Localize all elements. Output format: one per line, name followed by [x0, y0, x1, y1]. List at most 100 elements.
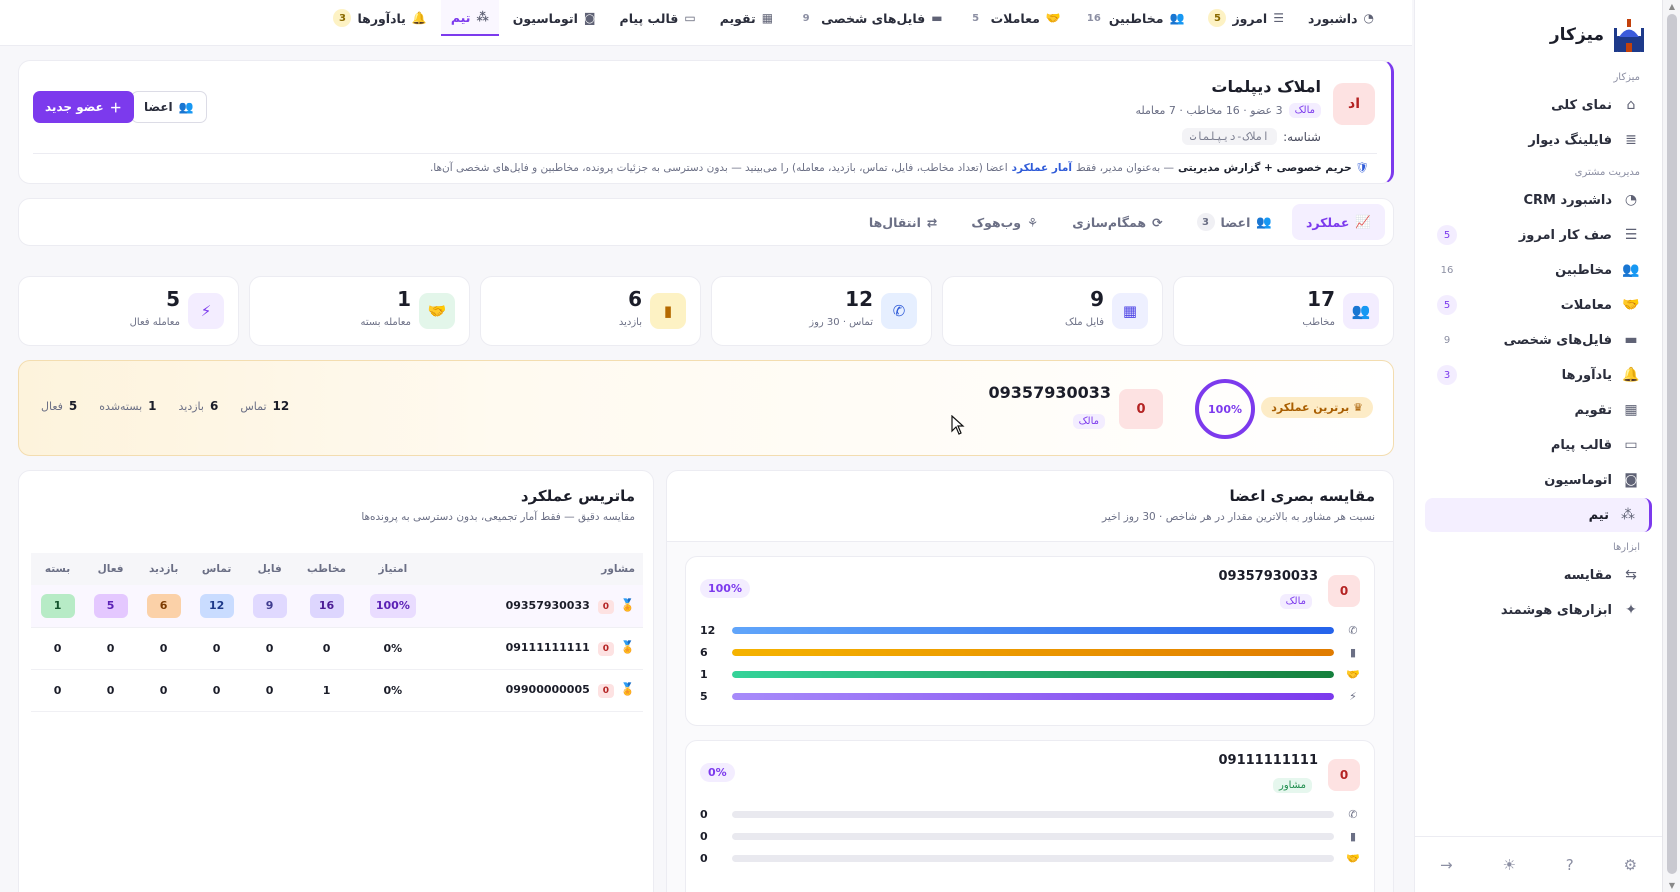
- brand[interactable]: میزکار: [1415, 0, 1662, 62]
- metric-bar-row: ✆ 12: [700, 623, 1360, 637]
- scrollbar-thumb[interactable]: [1667, 14, 1677, 874]
- table-cell: 0: [84, 669, 138, 712]
- sidebar-item[interactable]: ⌂ نمای کلی: [1425, 88, 1652, 122]
- metric-bar-track: [732, 810, 1334, 818]
- advisor-cell: 🏅 0 09111111111: [428, 627, 643, 670]
- top-nav-item[interactable]: ▭ قالب پیام: [610, 0, 706, 36]
- column-header[interactable]: بسته: [31, 553, 85, 585]
- top-nav-item[interactable]: 👥 مخاطبین 16: [1075, 0, 1195, 36]
- door-icon: ▮: [650, 293, 686, 329]
- sidebar-item-label: تیم: [1588, 507, 1609, 523]
- column-header[interactable]: فایل: [243, 553, 297, 585]
- compare-icon: ⇆: [1625, 567, 1637, 583]
- top-nav-item[interactable]: ⁂ تیم: [440, 0, 499, 36]
- collapse-arrow-icon[interactable]: →: [1440, 856, 1453, 874]
- top-nav-item[interactable]: ▬ فایل‌های شخصی 9: [787, 0, 953, 36]
- table-row[interactable]: 🏅 0 09900000005 0% 1 0 0 0 0 0: [31, 669, 643, 712]
- folder-icon: ▬: [1624, 332, 1638, 348]
- performance-matrix-card: ماتریس عملکرد مقایسه دقیق — فقط آمار تجم…: [18, 470, 654, 892]
- top-nav-item[interactable]: ☰ امروز 5: [1198, 0, 1294, 36]
- stat-value: 9: [1090, 287, 1104, 311]
- team-tab[interactable]: ⟳ همگام‌سازی: [1058, 204, 1176, 240]
- cell-value: 0: [106, 683, 115, 697]
- scroll-up-icon[interactable]: ▲: [1667, 2, 1677, 11]
- table-row[interactable]: 🏅 0 09111111111 0% 0 0 0 0 0 0: [31, 627, 643, 670]
- count-badge: 16: [1086, 12, 1101, 24]
- theme-sun-icon[interactable]: ☀: [1502, 856, 1515, 874]
- sidebar-item[interactable]: ☰ صف کار امروز 5: [1425, 218, 1652, 252]
- top-nav-item[interactable]: ◙ اتوماسیون: [503, 0, 606, 36]
- top-nav-item[interactable]: 🤝 معاملات 5: [957, 0, 1071, 36]
- role-badge: مالک: [1279, 594, 1312, 609]
- sidebar-footer: ⚙ ? ☀ →: [1415, 836, 1662, 892]
- home-icon: ⌂: [1626, 97, 1636, 113]
- shield-icon: 🛡: [1355, 162, 1369, 174]
- sidebar-item[interactable]: 🔔 یادآورها 3: [1425, 358, 1652, 392]
- table-cell: 0: [31, 669, 85, 712]
- table-cell: 6: [137, 585, 191, 628]
- metric-bar-row: ✆ 0: [700, 807, 1360, 821]
- sidebar-item[interactable]: ⇆ مقایسه: [1425, 558, 1652, 592]
- sidebar-item[interactable]: ⁂ تیم: [1425, 498, 1652, 532]
- handshake-icon: 🤝: [1346, 667, 1360, 681]
- add-member-button[interactable]: ＋ عضو جدید: [33, 91, 134, 123]
- sidebar-item[interactable]: ▭ قالب پیام: [1425, 428, 1652, 462]
- metric-value: 0: [700, 851, 708, 865]
- table-row[interactable]: 🏅 0 09357930033 100% 16 9 12 6 5 1: [31, 585, 643, 628]
- sidebar-item[interactable]: ▦ تقویم: [1425, 393, 1652, 427]
- top-nav-label: داشبورد: [1307, 10, 1358, 26]
- top-nav-item[interactable]: ◔ داشبورد: [1298, 0, 1384, 36]
- cell-value: 6: [146, 593, 181, 618]
- mosque-logo-icon: [1614, 19, 1644, 52]
- top-nav-item[interactable]: ▦ تقویم: [710, 0, 783, 36]
- cell-value: 0%: [383, 641, 403, 655]
- cell-value: 0: [53, 683, 62, 697]
- table-cell: 100%: [357, 585, 429, 628]
- team-icon: ⁂: [476, 10, 489, 24]
- column-header[interactable]: مخاطب: [296, 553, 357, 585]
- stat-label: بازدید: [178, 399, 204, 413]
- column-header[interactable]: امتیاز: [357, 553, 429, 585]
- column-header[interactable]: مشاور: [428, 553, 643, 585]
- top-performer-stat: 5 فعال: [41, 399, 77, 413]
- privacy-note: 🛡 حریم خصوصی + گزارش مدیریتی — به‌عنوان …: [430, 161, 1369, 175]
- sidebar-item[interactable]: ✦ ابزارهای هوشمند: [1425, 593, 1652, 627]
- table-cell: 0: [137, 627, 191, 670]
- users-icon: 👥: [178, 100, 194, 114]
- team-tabs-card: 📈 عملکرد 👥 اعضا 3 ⟳ همگام‌سازی ⚘ وب‌هوک ⇄ انتقال‌ه…: [18, 198, 1394, 246]
- column-header[interactable]: بازدید: [137, 553, 191, 585]
- cell-value: 0: [159, 641, 168, 655]
- sidebar-item[interactable]: 👥 مخاطبین 16: [1425, 253, 1652, 287]
- metric-bar-row: ▮ 0: [700, 829, 1360, 843]
- count-badge: 9: [802, 12, 810, 24]
- members-button[interactable]: 👥 اعضا: [131, 91, 207, 123]
- settings-gear-icon[interactable]: ⚙: [1624, 856, 1637, 874]
- team-tab[interactable]: 👥 اعضا 3: [1183, 204, 1286, 240]
- sidebar-item[interactable]: 🤝 معاملات 5: [1425, 288, 1652, 322]
- table-cell: 0: [190, 669, 244, 712]
- column-header[interactable]: فعال: [84, 553, 138, 585]
- cell-value: 16: [309, 593, 344, 618]
- sidebar-item[interactable]: ≣ فایلینگ دیوار: [1425, 123, 1652, 157]
- help-icon[interactable]: ?: [1566, 856, 1574, 874]
- stat-value: 12: [845, 287, 873, 311]
- advisor-name: 09900000005: [505, 683, 590, 696]
- sidebar-item-label: فایل‌های شخصی: [1503, 332, 1612, 348]
- team-id-code[interactable]: املاک-دیپلمات: [1181, 128, 1278, 145]
- team-tab[interactable]: ⇄ انتقال‌ها: [855, 204, 951, 240]
- scroll-down-icon[interactable]: ▼: [1667, 881, 1677, 890]
- metric-bar-fill: [732, 692, 1334, 700]
- sidebar-item[interactable]: ◔ داشبورد CRM: [1425, 183, 1652, 217]
- stat-label: فعال: [41, 399, 63, 413]
- column-header[interactable]: تماس: [190, 553, 244, 585]
- folder-icon: ▬: [931, 11, 943, 25]
- team-tab[interactable]: ⚘ وب‌هوک: [957, 204, 1052, 240]
- count-badge: 3: [1437, 365, 1457, 385]
- table-cell: 5: [84, 585, 138, 628]
- page-scrollbar[interactable]: ▲ ▼: [1662, 0, 1680, 892]
- add-member-label: عضو جدید: [45, 100, 104, 114]
- top-nav-item[interactable]: 🔔 یادآورها 3: [323, 0, 436, 36]
- team-tab[interactable]: 📈 عملکرد: [1291, 204, 1385, 240]
- sidebar-item[interactable]: ◙ اتوماسیون: [1425, 463, 1652, 497]
- sidebar-item[interactable]: ▬ فایل‌های شخصی 9: [1425, 323, 1652, 357]
